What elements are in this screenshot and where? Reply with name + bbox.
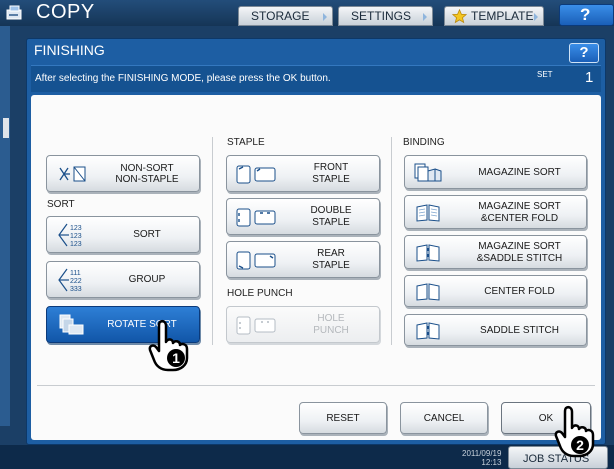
tab-storage[interactable]: STORAGE bbox=[238, 6, 333, 26]
magazine-sort-icon bbox=[414, 163, 442, 182]
dialog-help-button[interactable]: ? bbox=[569, 43, 599, 63]
double-staple-icon bbox=[236, 208, 276, 227]
rotate-sort-icon bbox=[59, 314, 84, 335]
svg-text:123: 123 bbox=[70, 241, 82, 248]
background-strip bbox=[0, 26, 10, 426]
non-sort-icon bbox=[59, 166, 86, 182]
hand-pointer-icon: 2 bbox=[554, 405, 595, 458]
divider bbox=[37, 385, 595, 386]
hole-punch-button[interactable]: HOLE PUNCH bbox=[226, 306, 380, 343]
section-staple: STAPLE bbox=[227, 137, 265, 148]
tab-arrow-icon bbox=[423, 13, 427, 21]
non-sort-non-staple-button[interactable]: NON-SORT NON-STAPLE bbox=[46, 155, 200, 192]
background-tab bbox=[3, 118, 9, 138]
set-count: 1 bbox=[585, 69, 594, 86]
tab-settings[interactable]: SETTINGS bbox=[338, 6, 433, 26]
book-icon bbox=[416, 204, 440, 222]
section-sort: SORT bbox=[47, 199, 75, 210]
section-hole-punch: HOLE PUNCH bbox=[227, 288, 293, 299]
hand-pointer-icon: 1 bbox=[148, 319, 189, 372]
front-staple-button[interactable]: FRONT STAPLE bbox=[226, 155, 380, 192]
tab-arrow-icon bbox=[534, 13, 538, 21]
tab-template[interactable]: TEMPLATE bbox=[444, 6, 544, 26]
svg-text:2: 2 bbox=[576, 437, 584, 453]
dialog-title: FINISHING bbox=[34, 42, 105, 58]
svg-text:123: 123 bbox=[70, 225, 82, 232]
magazine-sort-saddle-stitch-button[interactable]: MAGAZINE SORT &SADDLE STITCH bbox=[404, 235, 587, 269]
svg-text:111: 111 bbox=[70, 270, 81, 277]
copy-icon bbox=[6, 5, 22, 20]
datetime: 2011/09/19 12:13 bbox=[462, 449, 502, 467]
divider bbox=[391, 137, 392, 345]
rear-staple-button[interactable]: REAR STAPLE bbox=[226, 241, 380, 278]
sort-icon: 123 123 123 bbox=[58, 223, 82, 248]
front-staple-icon bbox=[236, 165, 276, 184]
message-bar: After selecting the FINISHING MODE, plea… bbox=[31, 65, 601, 92]
finishing-options-panel: SORT STAPLE HOLE PUNCH BINDING NON-SORT … bbox=[31, 95, 601, 440]
tab-arrow-icon bbox=[323, 13, 327, 21]
reset-button[interactable]: RESET bbox=[299, 402, 387, 434]
saddle-stitch-icon bbox=[416, 322, 440, 340]
finishing-dialog: FINISHING ? After selecting the FINISHIN… bbox=[26, 38, 606, 445]
svg-text:333: 333 bbox=[70, 286, 82, 293]
help-button[interactable]: ? bbox=[559, 4, 614, 26]
sort-button[interactable]: 123 123 123 SORT bbox=[46, 216, 200, 253]
star-icon bbox=[452, 9, 467, 24]
instruction-message: After selecting the FINISHING MODE, plea… bbox=[35, 73, 331, 84]
svg-text:1: 1 bbox=[172, 350, 180, 366]
svg-text:222: 222 bbox=[70, 278, 82, 285]
rear-staple-icon bbox=[236, 251, 276, 270]
group-button[interactable]: 111 222 333 GROUP bbox=[46, 261, 200, 298]
saddle-stitch-button[interactable]: SADDLE STITCH bbox=[404, 314, 587, 346]
hole-punch-icon bbox=[236, 316, 276, 335]
magazine-sort-center-fold-button[interactable]: MAGAZINE SORT &CENTER FOLD bbox=[404, 195, 587, 229]
magazine-sort-button[interactable]: MAGAZINE SORT bbox=[404, 155, 587, 189]
svg-text:123: 123 bbox=[70, 233, 82, 240]
cancel-button[interactable]: CANCEL bbox=[400, 402, 488, 434]
app-title: COPY bbox=[36, 1, 95, 23]
group-icon: 111 222 333 bbox=[58, 268, 82, 293]
set-label: SET bbox=[537, 70, 553, 79]
open-book-icon bbox=[416, 283, 440, 301]
center-fold-button[interactable]: CENTER FOLD bbox=[404, 275, 587, 307]
divider bbox=[212, 137, 213, 345]
book-stitch-icon bbox=[416, 244, 440, 262]
section-binding: BINDING bbox=[403, 137, 445, 148]
double-staple-button[interactable]: DOUBLE STAPLE bbox=[226, 198, 380, 235]
top-bar: COPY STORAGE SETTINGS TEMPLATE ? bbox=[0, 0, 614, 26]
